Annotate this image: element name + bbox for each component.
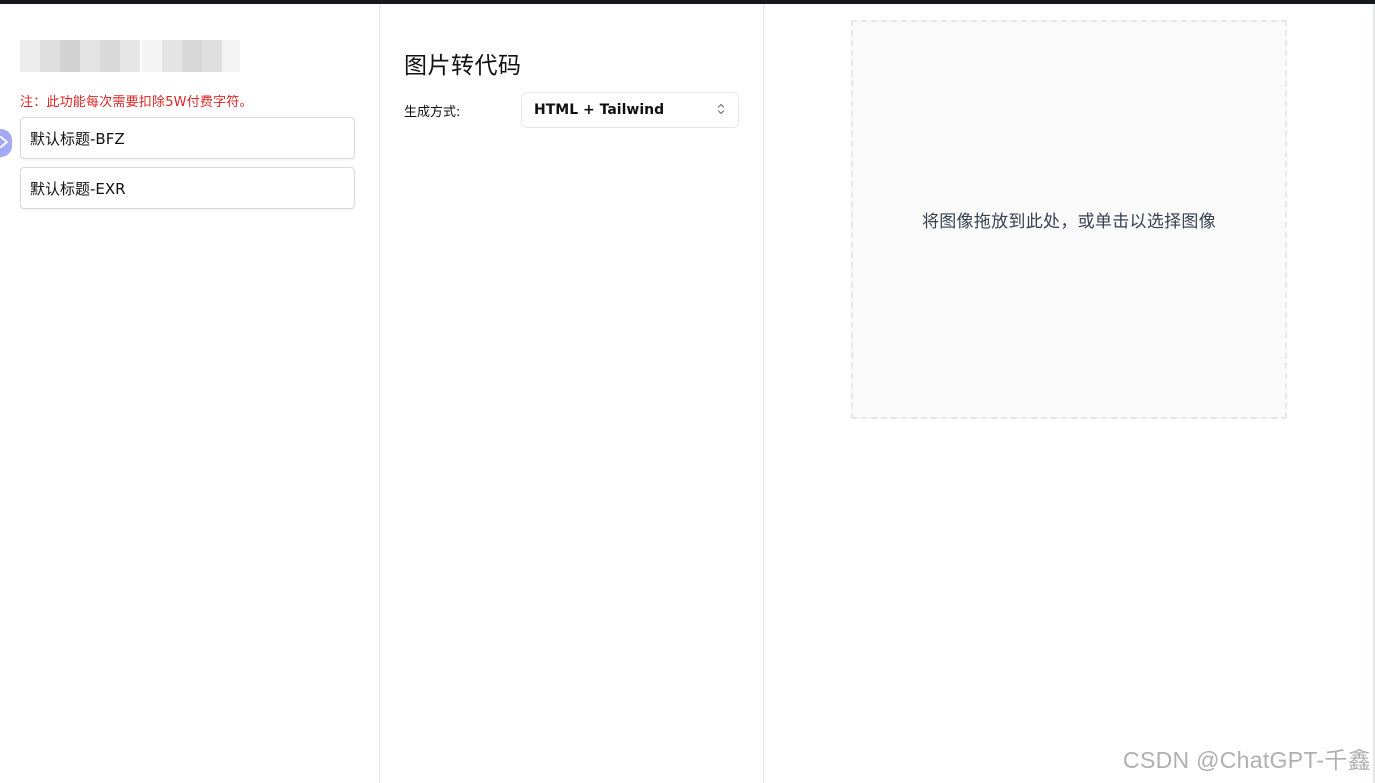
sidebar-toggle-button[interactable] (0, 129, 12, 157)
chevron-up-down-icon (716, 101, 726, 120)
app-root: 注：此功能每次需要扣除5W付费字符。 默认标题-BFZ 默认标题-EXR 图片转… (0, 4, 1375, 783)
settings-panel: 图片转代码 生成方式: HTML + Tailwind (380, 4, 764, 783)
page-title: 图片转代码 (404, 53, 522, 79)
upload-panel: 将图像拖放到此处，或单击以选择图像 (764, 4, 1375, 783)
generation-method-label: 生成方式: (404, 105, 461, 120)
history-item[interactable]: 默认标题-BFZ (20, 117, 355, 159)
image-dropzone[interactable]: 将图像拖放到此处，或单击以选择图像 (851, 20, 1287, 419)
generation-method-value: HTML + Tailwind (534, 102, 665, 118)
history-list: 默认标题-BFZ 默认标题-EXR (20, 117, 355, 217)
watermark: CSDN @ChatGPT-千鑫 (1123, 747, 1371, 773)
sidebar: 注：此功能每次需要扣除5W付费字符。 默认标题-BFZ 默认标题-EXR (0, 4, 380, 783)
history-item[interactable]: 默认标题-EXR (20, 167, 355, 209)
generation-method-select[interactable]: HTML + Tailwind (521, 92, 739, 128)
dropzone-hint: 将图像拖放到此处，或单击以选择图像 (921, 212, 1217, 232)
chevron-right-icon (0, 134, 9, 153)
blurred-logo (20, 40, 240, 72)
notice-text: 注：此功能每次需要扣除5W付费字符。 (20, 95, 253, 110)
